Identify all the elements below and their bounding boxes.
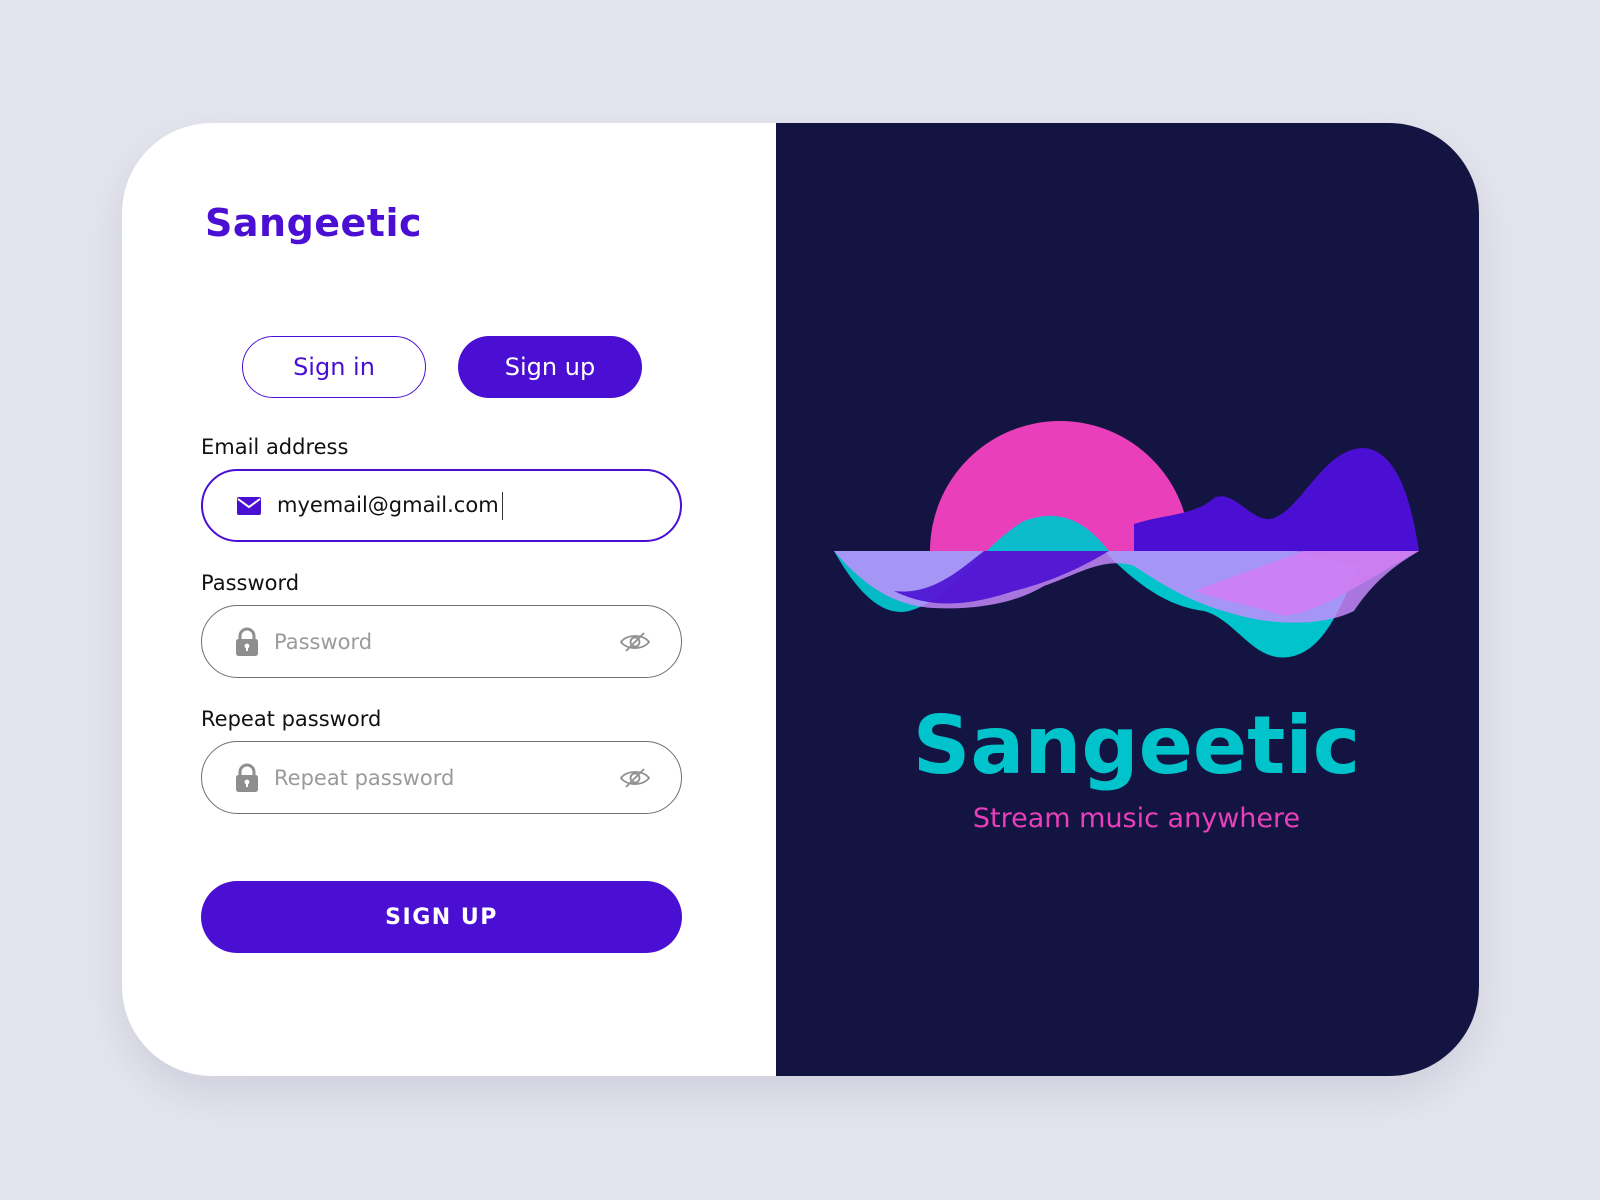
email-field[interactable]: myemail@gmail.com <box>201 469 682 542</box>
eye-off-icon[interactable] <box>619 767 651 789</box>
repeat-password-label: Repeat password <box>201 707 382 731</box>
sound-wave-logo-icon <box>834 421 1419 658</box>
tab-sign-up[interactable]: Sign up <box>458 336 642 398</box>
text-caret <box>501 491 503 520</box>
tab-sign-in[interactable]: Sign in <box>242 336 426 398</box>
brand-logo-text: Sangeetic <box>205 201 423 245</box>
email-label: Email address <box>201 435 349 459</box>
lavender-band <box>834 551 1419 623</box>
repeat-password-field[interactable]: Repeat password <box>201 741 682 814</box>
password-field[interactable]: Password <box>201 605 682 678</box>
password-placeholder: Password <box>274 629 373 654</box>
brand-panel: Sangeetic Stream music anywhere <box>776 123 1479 1076</box>
logo-title: Sangeetic <box>912 699 1361 792</box>
logo-tagline: Stream music anywhere <box>972 803 1301 834</box>
signup-panel: Sangeetic Sign in Sign up Email address … <box>122 123 776 1076</box>
auth-card: Sangeetic Sign in Sign up Email address … <box>122 123 1479 1076</box>
email-input-value[interactable]: myemail@gmail.com <box>277 491 503 520</box>
lock-icon <box>235 763 259 793</box>
password-label: Password <box>201 571 300 595</box>
repeat-password-placeholder: Repeat password <box>274 765 455 790</box>
eye-off-icon[interactable] <box>619 631 651 653</box>
envelope-icon <box>236 496 262 516</box>
lock-icon <box>235 627 259 657</box>
sign-up-button[interactable]: SIGN UP <box>201 881 682 953</box>
